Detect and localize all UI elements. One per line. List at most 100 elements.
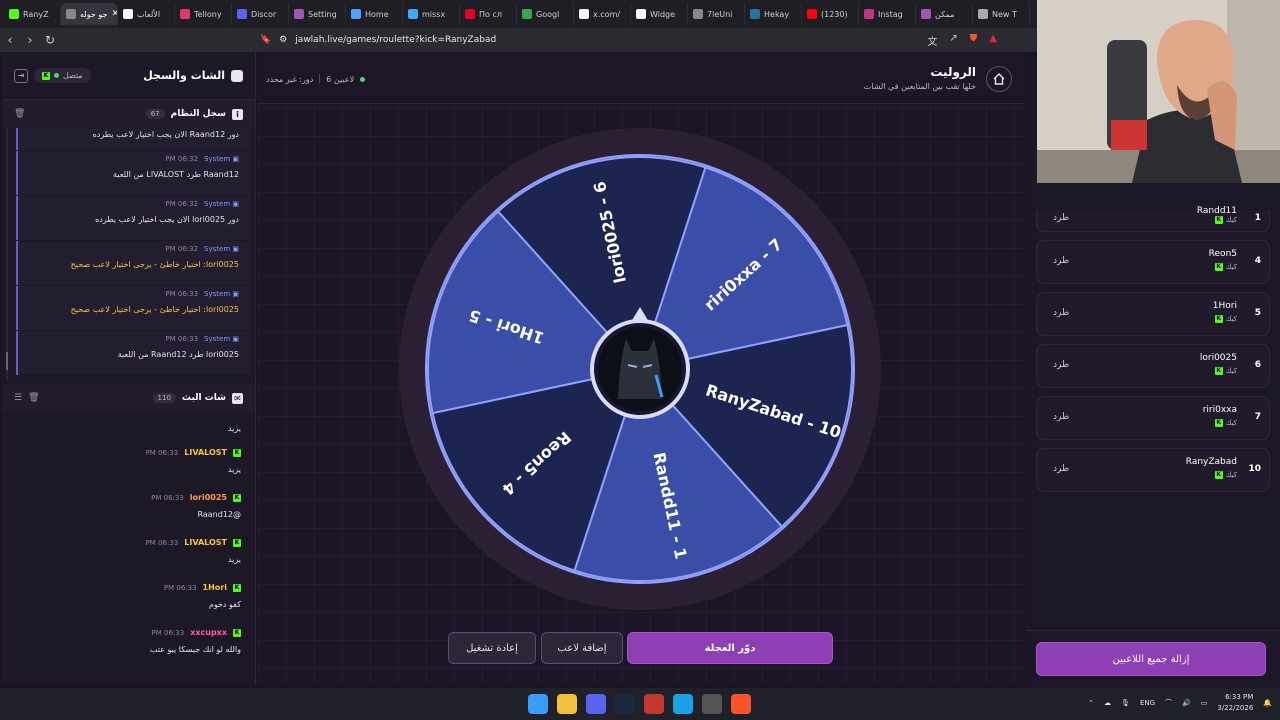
wifi-icon[interactable]: ⌒ [1165, 698, 1172, 708]
spin-wheel-button[interactable]: دوّر العجلة [627, 632, 833, 664]
browser-tab[interactable]: RanyZ [4, 3, 61, 25]
kick-icon: K [1214, 419, 1223, 427]
system-tray: ⌃ ☁ 🎙 ENG ⌒ 🔊 ▭ 6:33 PM 3/22/2026 🔔 [1088, 692, 1272, 714]
trash-icon[interactable]: 🗑 [14, 109, 25, 119]
kick-player-button[interactable]: طرد [1053, 256, 1069, 266]
browser-tab[interactable]: По сл [460, 3, 517, 25]
network-icon[interactable]: ☁ [1104, 699, 1111, 707]
browser-tab[interactable]: missx [403, 3, 460, 25]
browser-tab[interactable]: Tellony [175, 3, 232, 25]
remove-all-players-button[interactable]: إزالة جميع اللاعبين [1036, 642, 1266, 676]
site-info-icon[interactable]: ⚙ [279, 35, 287, 45]
forward-icon[interactable]: › [20, 33, 40, 47]
message-time: 06:33 PM [145, 538, 179, 547]
chat-username[interactable]: LIVALOST [184, 538, 227, 547]
add-player-button[interactable]: إضافة لاعب [541, 632, 623, 664]
browser-tab[interactable]: Googl [517, 3, 574, 25]
url-text[interactable]: jawlah.live/games/roulette?kick=RanyZaba… [295, 35, 496, 45]
file-explorer-icon[interactable] [557, 694, 577, 714]
browser-tab[interactable]: 7leUni [688, 3, 745, 25]
player-row: 7 riri0xxa K كيك طرد [1036, 396, 1270, 440]
trash-icon[interactable]: 🗑 [28, 393, 39, 403]
message-meta: ▣ System 06:32 PM [18, 200, 239, 208]
browser-tab[interactable]: (1230) [802, 3, 859, 25]
mic-icon[interactable]: 🎙 [1121, 699, 1130, 707]
chat-message: K LIVALOST 06:33 PM يزيد [16, 530, 241, 575]
chat-username[interactable]: LIVALOST [184, 448, 227, 457]
back-icon[interactable]: ‹ [0, 33, 20, 47]
chevron-up-icon[interactable]: ⌃ [1088, 699, 1094, 707]
message-time: 06:32 PM [165, 245, 199, 253]
notification-bell-icon[interactable]: 🔔 [1263, 699, 1272, 707]
message-meta: K 1Hori 06:33 PM [16, 575, 241, 592]
kick-player-button[interactable]: طرد [1053, 213, 1069, 223]
tab-favicon-icon [636, 9, 646, 19]
discord-icon[interactable] [586, 694, 606, 714]
language-indicator[interactable]: ENG [1140, 699, 1155, 707]
collapse-panel-icon[interactable]: ⇥ [14, 68, 28, 83]
message-meta: ▣ System 06:33 PM [18, 290, 239, 298]
browser-tab[interactable]: Hekay [745, 3, 802, 25]
stream-chat-title: شات البث [181, 393, 226, 403]
browser-tab[interactable]: ممكن [916, 3, 973, 25]
browser-tab[interactable]: Instag [859, 3, 916, 25]
player-name: RanyZabad [1185, 457, 1237, 467]
player-platform: K كيك [1214, 471, 1237, 479]
reset-button[interactable]: إعادة تشغيل [448, 632, 536, 664]
roulette-wheel[interactable]: RanyZabad - 10Randd11 - 1Reon5 - 41Hori … [397, 126, 883, 612]
browser-tab[interactable]: Discor [232, 3, 289, 25]
browser-tab[interactable]: Setting [289, 3, 346, 25]
system-log-header: 🗑 67 سجل النظام i [2, 100, 255, 128]
brave-icon[interactable] [731, 694, 751, 714]
players-count: 6 لاعبين [326, 74, 355, 84]
game-title: الروليت [930, 65, 976, 79]
chat-username[interactable]: 1Hori [203, 583, 227, 592]
kick-icon: K [233, 448, 241, 457]
player-row: 4 Reon5 K كيك طرد [1036, 240, 1270, 284]
browser-tab[interactable]: x.com/ [574, 3, 631, 25]
share-icon[interactable]: ↗ [949, 33, 957, 48]
chat-message: يزيد [16, 412, 241, 440]
filter-icon[interactable]: ☰ [14, 393, 22, 403]
browser-tab[interactable]: جو حوله✕ [61, 3, 118, 25]
translate-icon[interactable]: 文 [927, 33, 937, 48]
tab-favicon-icon [294, 9, 304, 19]
browser-tab[interactable]: Widge [631, 3, 688, 25]
system-log-item: ▣ System 06:32 PM lori0025: اختيار خاطئ - … [16, 241, 251, 285]
obs-app-icon[interactable] [644, 694, 664, 714]
browser-tab[interactable]: الألعاب [118, 3, 175, 25]
chatgpt-icon[interactable] [702, 694, 722, 714]
battery-icon[interactable]: ▭ [1201, 699, 1208, 707]
player-platform: K كيك [1214, 263, 1237, 271]
chat-bubble-icon [231, 69, 243, 82]
system-log-item: ▣ System 06:33 PM lori0025: اختيار خاطئ - … [16, 286, 251, 330]
system-log-text: Raand12 طرد LIVALOST من اللعبة [113, 170, 239, 179]
system-log-title: سجل النظام [170, 109, 226, 119]
game-info: دور: غير محدد 6 لاعبين [266, 74, 366, 84]
clock[interactable]: 6:33 PM 3/22/2026 [1217, 692, 1253, 714]
tab-favicon-icon [921, 9, 931, 19]
steam-icon[interactable] [615, 694, 635, 714]
kick-player-button[interactable]: طرد [1053, 308, 1069, 318]
browser-tab[interactable]: New T [973, 3, 1030, 25]
chat-username[interactable]: lori0025 [190, 493, 227, 502]
kick-player-button[interactable]: طرد [1053, 360, 1069, 370]
chat-username[interactable]: xxcupxx [190, 628, 227, 637]
bookmark-icon[interactable]: 🔖 [260, 35, 271, 45]
kick-player-button[interactable]: طرد [1053, 412, 1069, 422]
edge-icon[interactable] [673, 694, 693, 714]
brave-rewards-icon[interactable]: ▲ [989, 33, 997, 48]
brave-shield-icon[interactable]: ⛊ [970, 33, 978, 48]
address-bar: ‹ › ↻ 🔖 ⚙ jawlah.live/games/roulette?kic… [0, 28, 1037, 52]
tab-label: Discor [251, 9, 277, 19]
home-button[interactable] [986, 66, 1012, 92]
chat-bubble-icon: ✉ [232, 392, 243, 404]
browser-tab[interactable]: Home [346, 3, 403, 25]
platform-label: كيك [1225, 367, 1237, 375]
windows-start-icon[interactable] [528, 694, 548, 714]
kick-player-button[interactable]: طرد [1053, 464, 1069, 474]
chat-message: K LIVALOST 06:33 PM يزيد [16, 440, 241, 485]
reload-icon[interactable]: ↻ [40, 33, 60, 47]
message-meta: ▣ System 06:32 PM [18, 245, 239, 253]
volume-icon[interactable]: 🔊 [1182, 699, 1191, 707]
